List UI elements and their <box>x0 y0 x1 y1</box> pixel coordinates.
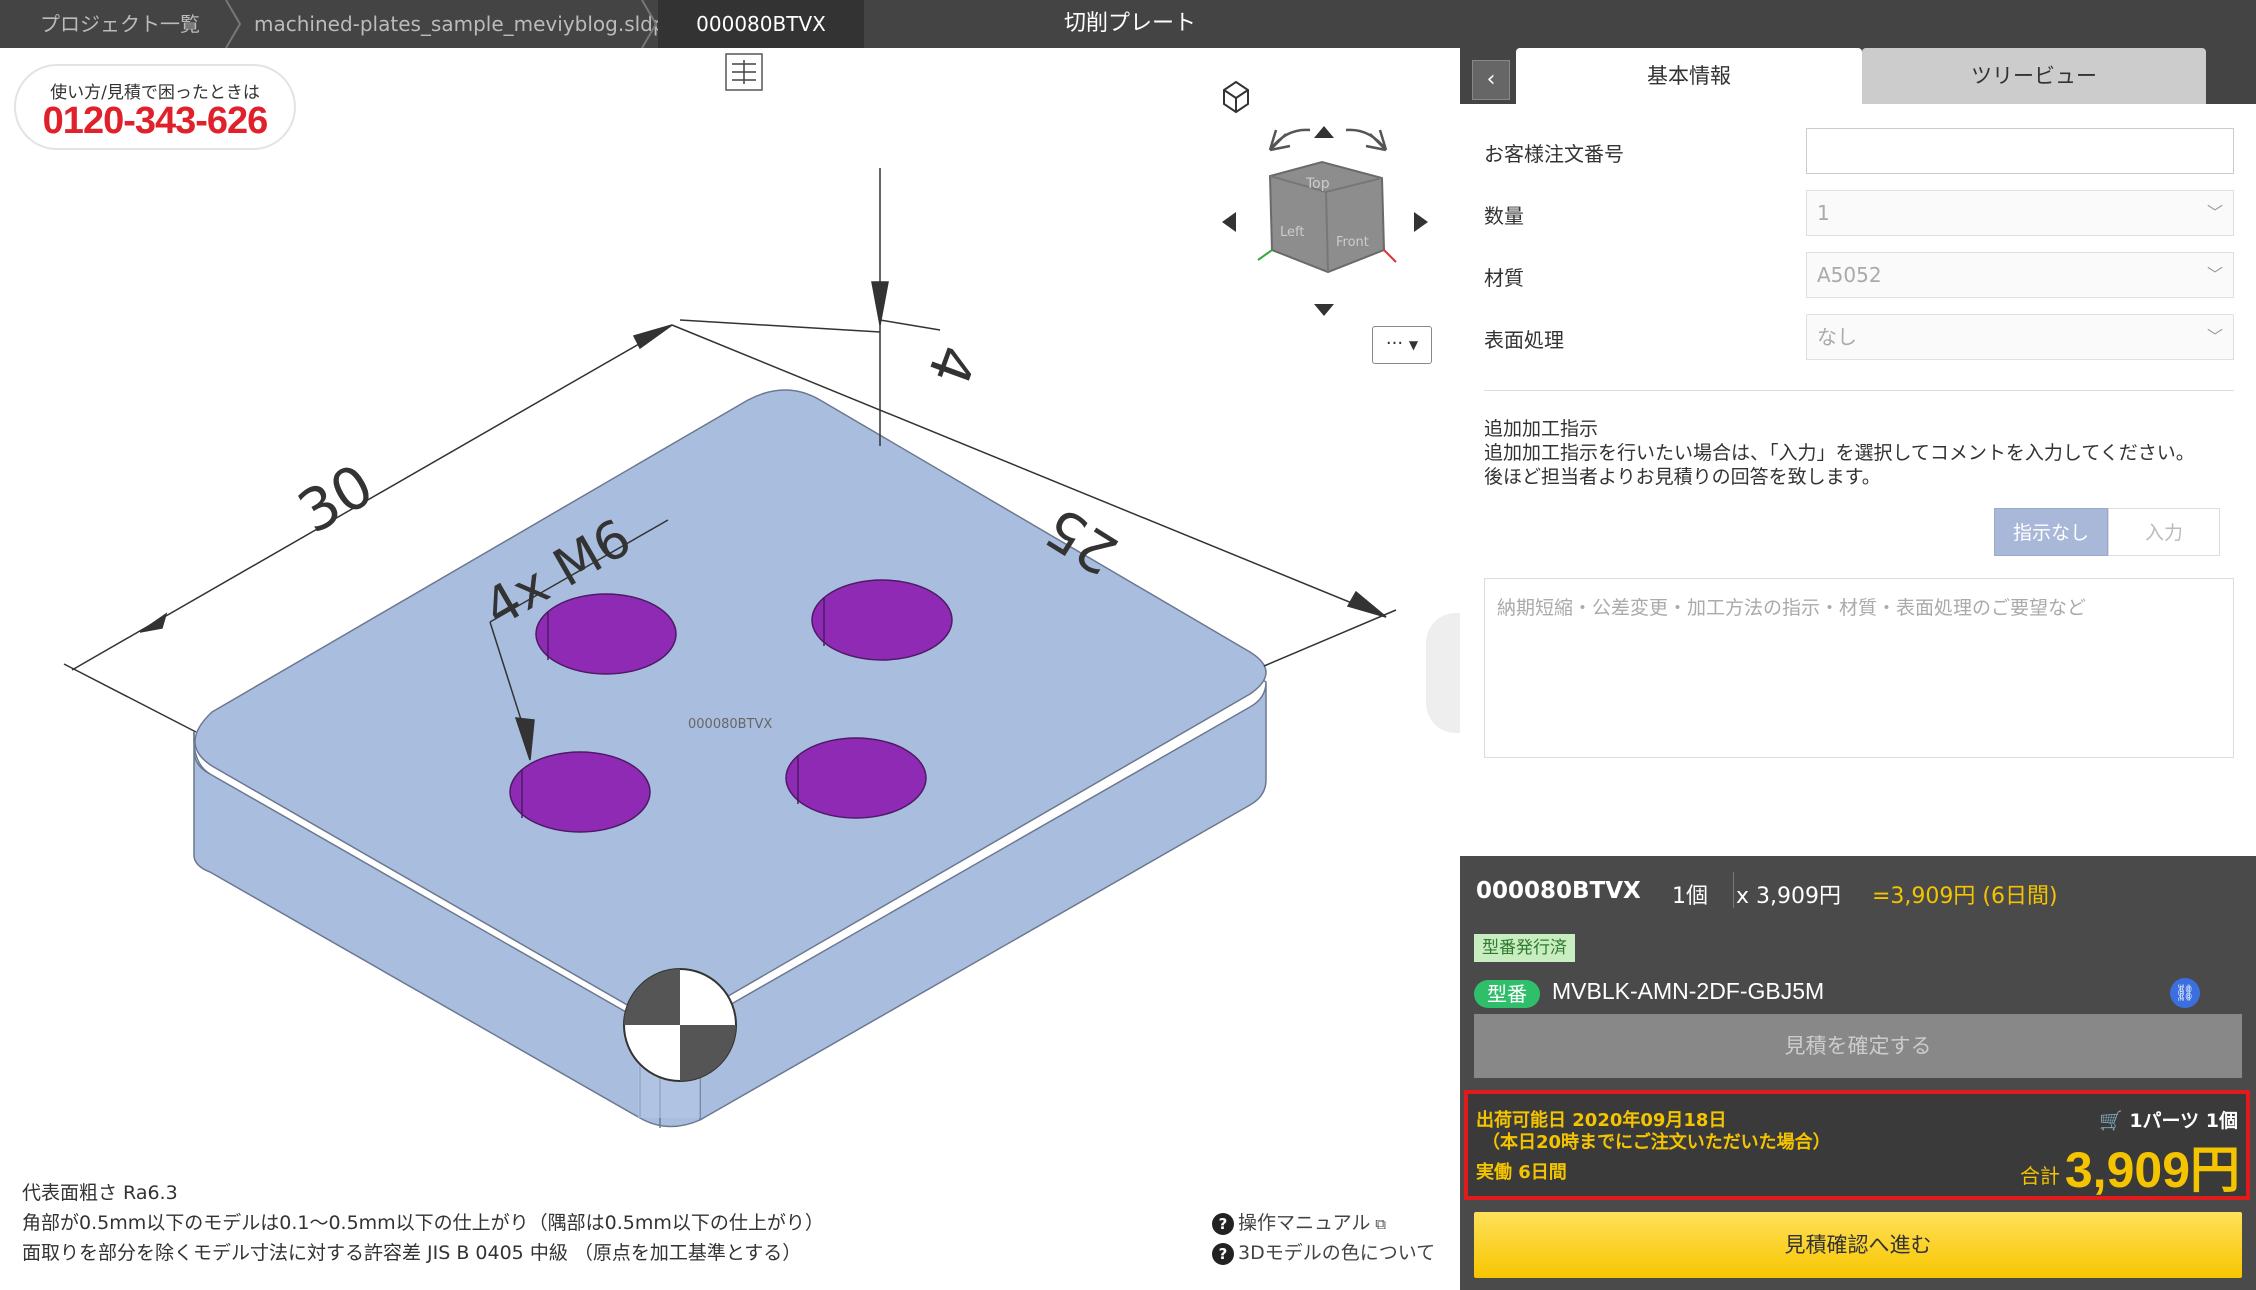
instruction-input-toggle[interactable]: 入力 <box>2108 508 2220 556</box>
view-cube-left-label: Left <box>1280 225 1304 240</box>
panel-collapse-handle[interactable] <box>1426 613 1460 733</box>
rotate-right-icon <box>1345 128 1388 152</box>
total-amount: 3,909円 <box>2064 1142 2240 1198</box>
view-cube-front-label: Front <box>1336 235 1369 250</box>
top-bar: プロジェクト一覧 machined-plates_sample_meviyblo… <box>0 0 2256 48</box>
breadcrumb-separator-icon <box>641 0 658 48</box>
chevron-down-icon: ﹀ <box>2206 265 2223 284</box>
summary-unit-price: x 3,909円 <box>1736 884 1841 909</box>
summary-total-line: =3,909円 (6日間) <box>1872 884 2058 909</box>
summary-part-number: 000080BTVX <box>1476 878 1641 904</box>
divider <box>1484 390 2234 391</box>
total-label: 合計 <box>2020 1164 2060 1188</box>
origin-marker-icon <box>623 968 737 1082</box>
model-colors-link[interactable]: ? 3Dモデルの色について <box>1212 1238 1435 1265</box>
delivery-info-box: 出荷可能日 2020年09月18日 （本日20時までにご注文いただいた場合） 実… <box>1464 1090 2250 1200</box>
order-summary: 000080BTVX 1個 x 3,909円 =3,909円 (6日間) 型番発… <box>1460 856 2256 1290</box>
dimension-label-thickness: 4 <box>914 337 987 393</box>
help-icon: ? <box>1212 1242 1234 1265</box>
view-cube-top-label: Top <box>1305 176 1330 192</box>
quantity-select[interactable]: 1 ﹀ <box>1806 190 2234 236</box>
extra-instruction-title: 追加加工指示 <box>1484 418 1599 440</box>
help-icon: ? <box>1212 1212 1234 1235</box>
arrow-right-icon <box>1414 212 1428 232</box>
page-title: 切削プレート <box>1063 11 1196 36</box>
part-label: 000080BTVX <box>688 717 772 732</box>
surface-treatment-select[interactable]: なし ﹀ <box>1806 314 2234 360</box>
comment-textarea[interactable]: 納期短縮・公差変更・加工方法の指示・材質・表面処理のご要望など <box>1484 578 2234 758</box>
tab-tree-view[interactable]: ツリービュー <box>1862 48 2206 104</box>
cart-icon: 🛒 <box>2099 1110 2123 1132</box>
model-number: MVBLK-AMN-2DF-GBJ5M <box>1552 978 1825 1004</box>
model-number-badge: 型番 <box>1474 980 1540 1008</box>
working-days: 実働 6日間 <box>1476 1162 1567 1183</box>
dimension-label-length: 30 <box>287 451 385 547</box>
breadcrumb-file[interactable]: machined-plates_sample_meviyblog.sldprt <box>244 0 682 48</box>
manual-link[interactable]: ? 操作マニュアル ⧉ <box>1212 1208 1386 1235</box>
rotate-left-icon <box>1268 128 1311 152</box>
breadcrumb-part: 000080BTVX <box>658 0 864 48</box>
tab-basic-info[interactable]: 基本情報 <box>1516 48 1862 104</box>
view-cube-icon[interactable]: Top Left Front <box>1222 80 1428 316</box>
quantity-label: 数量 <box>1484 204 1524 228</box>
material-select[interactable]: A5052 ﹀ <box>1806 252 2234 298</box>
cart-count: 🛒 1パーツ 1個 <box>2099 1110 2238 1132</box>
more-options-menu[interactable]: ··· ▼ <box>1372 326 1432 364</box>
chevron-left-icon: ‹ <box>1486 67 1496 92</box>
note-roughness: 代表面粗さ Ra6.3 <box>22 1182 178 1204</box>
collapse-panel-button[interactable]: ‹ <box>1472 60 1510 100</box>
arrow-up-icon <box>1314 126 1334 138</box>
divider <box>1733 872 1734 908</box>
status-badge: 型番発行済 <box>1474 934 1575 962</box>
ship-condition: （本日20時までにご注文いただいた場合） <box>1482 1132 1831 1153</box>
summary-quantity: 1個 <box>1672 884 1708 909</box>
note-tolerance: 面取りを部分を除くモデル寸法に対する許容差 JIS B 0405 中級 （原点を… <box>22 1242 802 1264</box>
proceed-to-quote-button[interactable]: 見積確認へ進む <box>1474 1212 2242 1278</box>
arrow-down-icon <box>1314 304 1334 316</box>
extra-instruction-description: 追加加工指示を行いたい場合は、「入力」を選択してコメントを入力してください。 <box>1484 442 2195 464</box>
order-number-label: お客様注文番号 <box>1484 142 1624 166</box>
arrow-left-icon <box>1222 212 1236 232</box>
breadcrumb-separator-icon <box>225 0 242 48</box>
breadcrumb-projects[interactable]: プロジェクト一覧 <box>0 0 226 48</box>
chevron-down-icon: ﹀ <box>2206 203 2223 222</box>
extra-instruction-description-2: 後ほど担当者よりお見積りの回答を致します。 <box>1484 466 1881 488</box>
external-link-icon: ⧉ <box>1370 1215 1386 1233</box>
note-corners: 角部が0.5mm以下のモデルは0.1〜0.5mm以下の仕上がり（隅部は0.5mm… <box>22 1212 824 1234</box>
machining-notes: 代表面粗さ Ra6.3 角部が0.5mm以下のモデルは0.1〜0.5mm以下の仕… <box>22 1178 824 1268</box>
side-panel: ‹ 基本情報 ツリービュー お客様注文番号 数量 1 ﹀ 材質 A5052 ﹀ 表面… <box>1460 48 2256 1290</box>
model-viewer[interactable]: 使い方/見積で困ったときは 0120-343-626 30 25 4 4x M6… <box>0 48 1460 1290</box>
tab-bar: ‹ 基本情報 ツリービュー <box>1460 48 2256 104</box>
surface-treatment-label: 表面処理 <box>1484 328 1564 352</box>
order-number-input[interactable] <box>1806 128 2234 174</box>
confirm-estimate-button[interactable]: 見積を確定する <box>1474 1014 2242 1078</box>
link-icon[interactable]: ⛓ <box>2170 978 2200 1008</box>
material-label: 材質 <box>1484 266 1524 290</box>
model-canvas[interactable]: 30 25 4 4x M6 000080BTVX Top Left Front <box>0 48 1460 1290</box>
instruction-none-toggle[interactable]: 指示なし <box>1994 508 2108 556</box>
chevron-down-icon: ﹀ <box>2206 327 2223 346</box>
view-mode-icon[interactable] <box>725 53 763 91</box>
